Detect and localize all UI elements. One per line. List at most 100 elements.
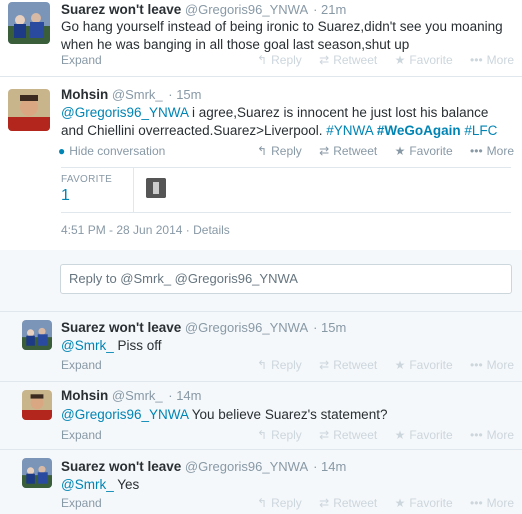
reply-button[interactable]: ↰ Reply [257,358,302,372]
tweet-date[interactable]: 4:51 PM - 28 Jun 2014 [61,223,182,237]
reply-button[interactable]: ↰ Reply [257,496,302,510]
more-label: More [486,496,514,510]
focused-tweet[interactable]: Mohsin @Smrk_ · 15m @Gregoris96_YNWA i a… [0,77,522,250]
favorite-label: Favorite [409,428,453,442]
retweet-label: Retweet [333,428,378,442]
reply-tweet[interactable]: Suarez won't leave @Gregoris96_YNWA · 14… [0,450,522,514]
more-label: More [486,358,514,372]
avatar-gregoris[interactable] [22,320,52,350]
favorite-button[interactable]: ★ Favorite [395,53,453,67]
reply-label: Reply [271,496,302,510]
retweet-button[interactable]: ⇄ Retweet [319,428,377,442]
more-dots-icon: ••• [470,496,483,510]
tweet-time[interactable]: · 15m [168,87,201,102]
more-button[interactable]: ••• More [470,53,514,67]
retweet-label: Retweet [333,496,378,510]
author-handle[interactable]: @Smrk_ [112,87,163,102]
reply-icon: ↰ [257,358,268,372]
more-dots-icon: ••• [470,53,483,67]
favorite-stat-label: FAVORITE [61,174,113,185]
reply-input[interactable]: Reply to @Smrk_ @Gregoris96_YNWA [60,264,512,294]
favoriter-avatar[interactable] [146,178,166,198]
reply-button[interactable]: ↰ Reply [257,428,302,442]
tweet-text: @Smrk_ Piss off [61,337,508,355]
reply-tweet[interactable]: Mohsin @Smrk_ · 14m @Gregoris96_YNWA You… [0,382,522,450]
mention-link[interactable]: @Smrk_ [61,477,114,492]
favorite-count[interactable]: 1 [61,187,70,205]
more-button[interactable]: ••• More [470,496,514,510]
tweet-time[interactable]: · 14m [313,459,346,474]
favorite-star-icon: ★ [394,144,406,158]
author-handle[interactable]: @Smrk_ [112,388,163,403]
more-button[interactable]: ••• More [470,428,514,442]
mention-link[interactable]: @Gregoris96_YNWA [61,407,188,422]
favorite-label: Favorite [409,144,453,158]
favorite-star-icon: ★ [394,358,406,372]
favorite-button[interactable]: ★ Favorite [395,496,453,510]
reply-icon: ↰ [257,53,268,67]
reply-icon: ↰ [257,144,268,158]
author-name[interactable]: Mohsin [61,388,108,403]
retweet-button[interactable]: ⇄ Retweet [319,358,377,372]
tweet-text: Go hang yourself instead of being ironic… [61,19,503,52]
tweet-time[interactable]: · 15m [313,320,346,335]
reply-button[interactable]: ↰ Reply [257,144,302,158]
favorite-star-icon: ★ [394,496,406,510]
retweet-button[interactable]: ⇄ Retweet [319,496,377,510]
tweet-time[interactable]: · 14m [168,388,201,403]
favorite-label: Favorite [409,358,453,372]
more-button[interactable]: ••• More [470,144,514,158]
mention-link[interactable]: @Gregoris96_YNWA [61,105,188,120]
parent-tweet[interactable]: Suarez won't leave @Gregoris96_YNWA · 21… [0,0,522,77]
reply-area: Reply to @Smrk_ @Gregoris96_YNWA [0,250,522,312]
hashtag-link[interactable]: #WeGoAgain [377,123,461,138]
details-link[interactable]: Details [193,223,230,237]
favorite-button[interactable]: ★ Favorite [395,428,453,442]
tweet-body: Piss off [113,338,162,353]
author-handle[interactable]: @Gregoris96_YNWA [185,2,308,17]
author-handle[interactable]: @Gregoris96_YNWA [185,320,308,335]
tweet-text: @Gregoris96_YNWA You believe Suarez's st… [61,406,508,424]
hashtag-link[interactable]: #LFC [464,123,497,138]
reply-button[interactable]: ↰ Reply [257,53,302,67]
retweet-button[interactable]: ⇄ Retweet [319,53,377,67]
tweet-time[interactable]: · 21m [313,2,346,17]
hide-conversation-link[interactable]: ● Hide conversation [58,144,165,158]
tweet-text: @Smrk_ Yes [61,476,508,494]
retweet-label: Retweet [333,144,378,158]
avatar-gregoris[interactable] [22,458,52,488]
favorite-button[interactable]: ★ Favorite [395,144,453,158]
author-handle[interactable]: @Gregoris96_YNWA [185,459,308,474]
retweet-icon: ⇄ [319,428,330,442]
avatar-gregoris[interactable] [8,2,50,44]
retweet-icon: ⇄ [319,53,330,67]
expand-link[interactable]: Expand [61,496,102,510]
expand-link[interactable]: Expand [61,53,102,67]
tweet-body: Yes [113,477,140,492]
avatar-mohsin[interactable] [22,390,52,420]
reply-icon: ↰ [257,496,268,510]
author-name[interactable]: Suarez won't leave [61,2,181,17]
retweet-label: Retweet [333,358,378,372]
retweet-label: Retweet [333,53,378,67]
tweet-stats: FAVORITE 1 [61,167,511,213]
reply-label: Reply [271,53,302,67]
hide-conversation-label: Hide conversation [69,144,166,158]
reply-label: Reply [271,358,302,372]
author-name[interactable]: Suarez won't leave [61,459,181,474]
reply-tweet[interactable]: Suarez won't leave @Gregoris96_YNWA · 15… [0,312,522,382]
retweet-icon: ⇄ [319,358,330,372]
favorite-button[interactable]: ★ Favorite [395,358,453,372]
author-name[interactable]: Mohsin [61,87,108,102]
hashtag-link[interactable]: #YNWA [326,123,373,138]
tweet-text: @Gregoris96_YNWA i agree,Suarez is innoc… [61,104,508,140]
expand-link[interactable]: Expand [61,428,102,442]
avatar-mohsin[interactable] [8,89,50,131]
more-button[interactable]: ••• More [470,358,514,372]
more-label: More [486,53,514,67]
expand-link[interactable]: Expand [61,358,102,372]
retweet-button[interactable]: ⇄ Retweet [319,144,377,158]
author-name[interactable]: Suarez won't leave [61,320,181,335]
mention-link[interactable]: @Smrk_ [61,338,114,353]
more-label: More [486,144,514,158]
